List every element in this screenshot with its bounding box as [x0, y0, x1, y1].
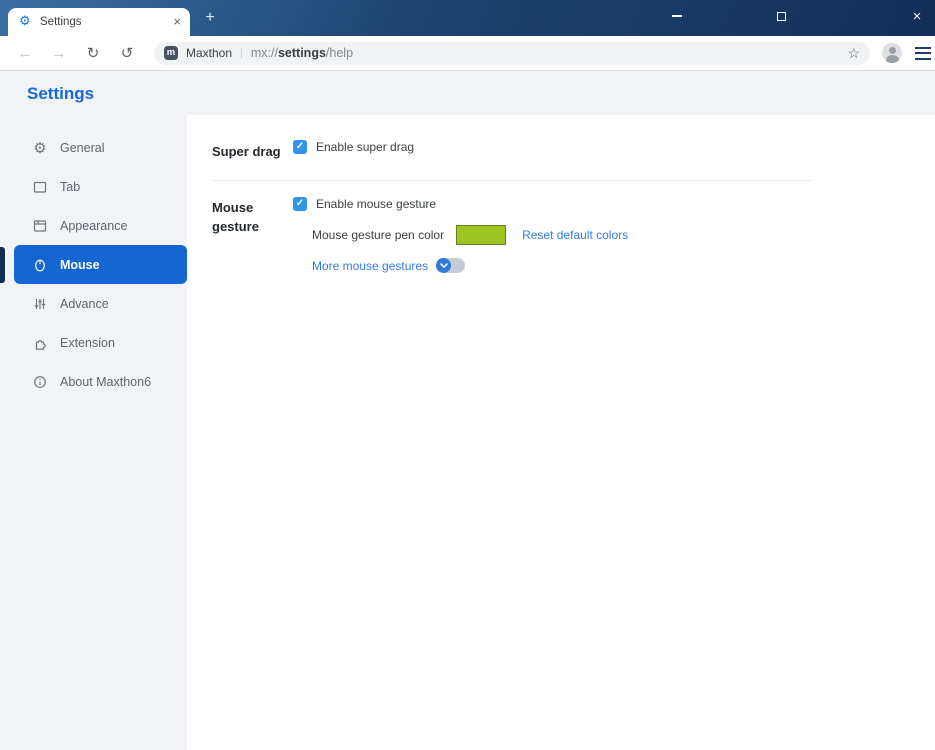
page-title: Settings: [27, 84, 95, 103]
tab-icon: [32, 179, 48, 195]
tab-settings[interactable]: ⚙ Settings ×: [8, 8, 190, 36]
url-scheme: mx://: [250, 46, 278, 60]
info-icon: [32, 374, 48, 390]
avatar[interactable]: [882, 43, 902, 63]
sidebar-item-label: Extension: [60, 335, 115, 350]
sidebar-item-label: Mouse: [60, 257, 100, 272]
puzzle-icon: [32, 335, 48, 351]
pen-color-swatch[interactable]: [456, 225, 507, 245]
sidebar-item-label: Advance: [60, 296, 109, 311]
toolbar: ← → ↻ ↺ m Maxthon | mx:// settings /help…: [0, 36, 935, 71]
sidebar-item-label: General: [60, 140, 105, 155]
address-separator: |: [240, 47, 243, 59]
more-gestures-row: More mouse gestures: [312, 258, 466, 273]
maximize-icon: [776, 11, 786, 21]
maximize-button[interactable]: [766, 0, 796, 32]
url-host: settings: [277, 46, 326, 60]
enable-super-drag-row: ✓ Enable super drag: [293, 140, 414, 154]
enable-super-drag-label: Enable super drag: [316, 140, 415, 154]
enable-mouse-gesture-row: ✓ Enable mouse gesture: [293, 197, 436, 211]
pen-color-row: Mouse gesture pen color Reset default co…: [312, 225, 628, 245]
more-mouse-gestures-link[interactable]: More mouse gestures: [312, 259, 428, 273]
refresh-button[interactable]: ↻: [80, 40, 106, 66]
sliders-icon: [32, 296, 48, 312]
pen-color-label: Mouse gesture pen color: [312, 228, 445, 242]
more-gestures-toggle[interactable]: [436, 258, 466, 273]
mouse-icon: [32, 257, 48, 273]
sidebar-item-appearance[interactable]: Appearance: [14, 206, 187, 245]
enable-mouse-gesture-checkbox[interactable]: ✓: [293, 197, 307, 211]
address-brand-label: Maxthon: [186, 46, 233, 60]
reset-default-colors-link[interactable]: Reset default colors: [522, 228, 628, 242]
chevron-down-icon: [436, 258, 452, 273]
sidebar-item-extension[interactable]: Extension: [14, 323, 187, 362]
undo-button[interactable]: ↺: [114, 40, 140, 66]
menu-icon[interactable]: [915, 46, 931, 60]
sidebar-item-label: Appearance: [60, 218, 128, 233]
settings-content-panel: Super drag ✓ Enable super drag Mouse ges…: [187, 115, 935, 750]
super-drag-heading: Super drag: [212, 144, 281, 159]
enable-mouse-gesture-label: Enable mouse gesture: [316, 197, 437, 211]
settings-gear-favicon: ⚙: [19, 13, 31, 28]
new-tab-button[interactable]: +: [198, 7, 222, 29]
gear-icon: ⚙: [33, 139, 47, 157]
maxthon-logo-icon: m: [164, 46, 178, 60]
sidebar-item-about[interactable]: About Maxthon6: [14, 362, 187, 401]
mouse-gesture-heading: Mouse gesture: [212, 200, 259, 234]
url-path: /help: [325, 46, 354, 60]
minimize-button[interactable]: [662, 0, 692, 32]
selected-item-indicator: [0, 247, 5, 283]
sidebar-item-label: Tab: [60, 179, 81, 194]
titlebar: ⚙ Settings × + ×: [0, 0, 935, 36]
forward-button[interactable]: →: [46, 40, 72, 66]
back-button[interactable]: ←: [12, 40, 38, 66]
browser-window: ⚙ Settings × + × ← → ↻ ↺ m Maxthon | mx:…: [0, 0, 935, 750]
address-bar[interactable]: m Maxthon | mx:// settings /help ☆: [154, 41, 870, 65]
minimize-icon: [672, 15, 682, 17]
sidebar-item-mouse[interactable]: Mouse: [14, 245, 187, 284]
bookmark-star-icon[interactable]: ☆: [847, 45, 860, 62]
appearance-icon: [32, 218, 48, 234]
sidebar-item-label: About Maxthon6: [60, 374, 152, 389]
section-divider: [212, 180, 812, 181]
enable-super-drag-checkbox[interactable]: ✓: [293, 140, 307, 154]
sidebar-item-advance[interactable]: Advance: [14, 284, 187, 323]
tab-title: Settings: [40, 16, 82, 28]
sidebar-item-tab[interactable]: Tab: [14, 167, 187, 206]
tab-close-icon[interactable]: ×: [173, 14, 181, 29]
close-window-button[interactable]: ×: [902, 0, 932, 32]
settings-page: Settings ⚙ General Tab Appearance Mouse …: [0, 72, 935, 750]
sidebar-item-general[interactable]: ⚙ General: [14, 128, 187, 167]
